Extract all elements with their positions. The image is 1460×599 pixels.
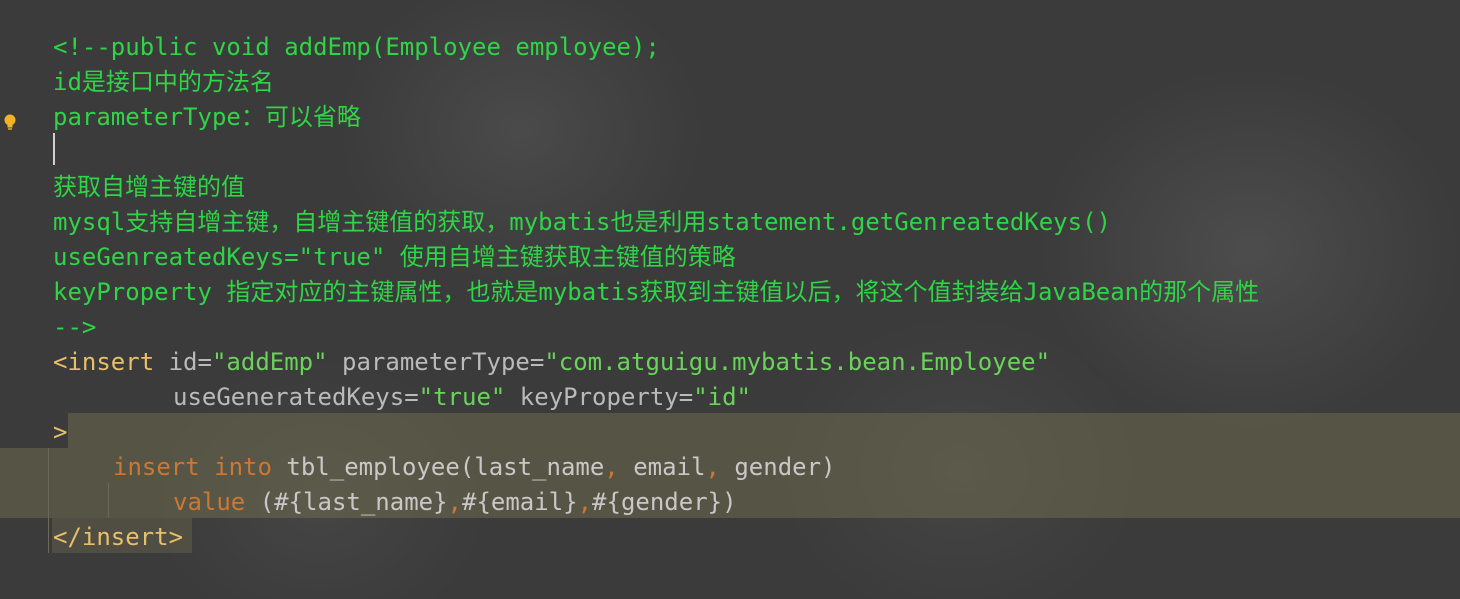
comment-line: mysql支持自增主键，自增主键值的获取，mybatis也是利用statemen… [53, 208, 1111, 236]
sql-comma: , [604, 453, 619, 481]
sql-column: email [618, 453, 706, 481]
attr-parameter-type: parameterType= [342, 348, 545, 376]
attr-id-value: "addEmp" [211, 348, 328, 376]
sql-param: (#{last_name} [245, 488, 448, 516]
sql-column: gender) [719, 453, 836, 481]
comment-line: id是接口中的方法名 [53, 68, 274, 96]
tag-name: insert [67, 348, 155, 376]
sql-value-line: value (#{last_name},#{email},#{gender}) [173, 485, 737, 520]
sql-param: #{email} [462, 488, 578, 516]
attr-use-generated-keys: useGeneratedKeys= [173, 383, 419, 411]
lightbulb-icon[interactable] [3, 114, 17, 132]
attr-key-property: keyProperty= [519, 383, 694, 411]
insert-close-tag: </insert> [53, 523, 184, 551]
sql-keyword-into: into [214, 453, 272, 481]
sql-table: tbl_employee(last_name [286, 453, 605, 481]
text-caret [53, 133, 55, 165]
sql-comma: , [577, 488, 593, 516]
sql-insert-line: insert into tbl_employee(last_name, emai… [113, 450, 836, 485]
attr-key-property-value: "id" [693, 383, 751, 411]
tag-close-bracket: > [53, 418, 68, 446]
line-highlight [68, 413, 1460, 448]
comment-line: parameterType：可以省略 [53, 103, 361, 131]
insert-attrs-line: useGeneratedKeys="true" keyProperty="id" [173, 380, 751, 415]
sql-keyword-insert: insert [113, 453, 200, 481]
attr-use-generated-keys-value: "true" [418, 383, 506, 411]
attr-id: id= [168, 348, 212, 376]
comment-line: 获取自增主键的值 [53, 173, 245, 201]
comment-end: --> [53, 313, 97, 341]
insert-open-line: <insert id="addEmp" parameterType="com.a… [53, 345, 1050, 380]
sql-keyword-value: value [173, 488, 246, 516]
sql-comma: , [705, 453, 720, 481]
comment-line: keyProperty 指定对应的主键属性，也就是mybatis获取到主键值以后… [53, 278, 1260, 306]
code-editor[interactable]: <!--public void addEmp(Employee employee… [0, 0, 1460, 599]
sql-param: #{gender}) [592, 488, 737, 516]
tag-bracket: < [53, 348, 68, 376]
attr-parameter-type-value: "com.atguigu.mybatis.bean.Employee" [544, 348, 1051, 376]
comment-line: useGenreatedKeys="true" 使用自增主键获取主键值的策略 [53, 243, 736, 271]
comment-line: <!--public void addEmp(Employee employee… [53, 33, 660, 61]
indent-guide [108, 483, 109, 518]
indent-guide [48, 448, 49, 553]
sql-comma: , [447, 488, 462, 516]
